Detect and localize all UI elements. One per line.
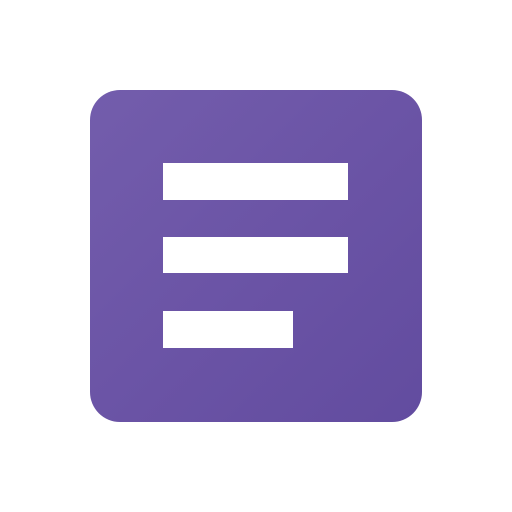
text-line-2 <box>163 237 348 273</box>
text-line-3 <box>163 311 293 348</box>
icon-canvas <box>0 0 512 512</box>
text-line-1 <box>163 163 348 200</box>
